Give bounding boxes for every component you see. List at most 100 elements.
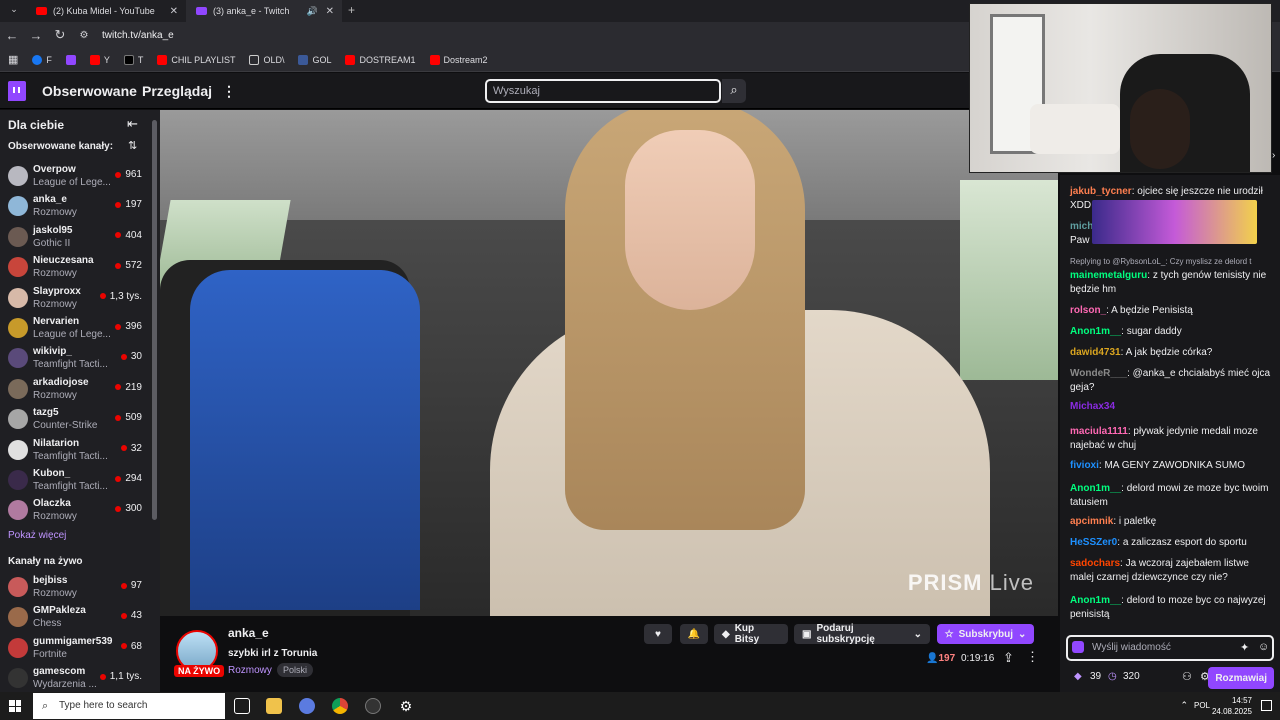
close-icon[interactable]: ✕ (326, 6, 334, 17)
more-menu-icon[interactable]: ⋮ (222, 83, 236, 100)
chat-username[interactable]: rolson_ (1070, 305, 1106, 316)
search-icon[interactable]: ⌕ (722, 79, 746, 103)
apps-icon[interactable]: ▦ (8, 53, 18, 66)
sidebar-channel-item[interactable]: arkadiojose Rozmowy 219 (0, 374, 150, 404)
bookmark-t[interactable]: T (123, 54, 143, 65)
tab-list-icon[interactable]: ⌄ (2, 4, 26, 15)
x-icon (123, 54, 134, 65)
sort-icon[interactable]: ⇅ (128, 139, 137, 152)
chrome-icon[interactable] (332, 698, 348, 714)
collapse-sidebar-icon[interactable]: ⇤ (127, 116, 138, 132)
chat-username[interactable]: apcimnik (1070, 516, 1113, 527)
sidebar-channel-item[interactable]: Nervarien League of Lege... 396 (0, 313, 150, 343)
ad-banner[interactable] (1092, 200, 1257, 244)
chat-username[interactable]: Anon1m__ (1070, 326, 1121, 337)
chat-username[interactable]: Anon1m__ (1070, 483, 1121, 494)
taskbar-search-input[interactable]: Type here to search (33, 693, 225, 719)
emote-icon[interactable]: ☺ (1258, 641, 1269, 653)
chat-username[interactable]: fivioxi (1070, 460, 1099, 471)
chat-username[interactable]: WondeR___ (1070, 368, 1127, 379)
windows-start-icon[interactable] (9, 700, 21, 712)
tab-twitch[interactable]: (3) anka_e - Twitch 🔊 ✕ (186, 0, 342, 22)
tray-chevron-icon[interactable]: ⌃ (1180, 700, 1188, 711)
show-more-link[interactable]: Pokaż więcej (8, 530, 66, 541)
file-explorer-icon[interactable] (266, 698, 282, 714)
send-chat-button[interactable]: Rozmawiaj (1208, 667, 1274, 689)
bookmark-y[interactable]: Y (89, 54, 110, 65)
channel-name[interactable]: anka_e (228, 626, 269, 640)
chat-username[interactable]: mich (1070, 221, 1093, 232)
chat-username[interactable]: sadochars (1070, 558, 1120, 569)
search-input[interactable]: Wyszukaj (485, 79, 721, 103)
sidebar-channel-item[interactable]: wikivip_ Teamfight Tacti... 30 (0, 343, 150, 373)
chat-message: dawid4731: A jak będzie córka? (1070, 347, 1213, 358)
nav-followed[interactable]: Obserwowane (42, 83, 137, 99)
avatar (8, 409, 28, 430)
viewer-count: 1,1 tys. (100, 671, 142, 682)
bookmark-dostream2[interactable]: Dostream2 (429, 54, 488, 65)
chat-username[interactable]: jakub_tycner (1070, 186, 1132, 197)
notifications-icon[interactable] (1261, 700, 1272, 711)
channel-game: Rozmowy (33, 207, 77, 219)
chat-username[interactable]: dawid4731 (1070, 347, 1121, 358)
reload-icon[interactable]: ↻ (48, 27, 72, 43)
system-clock[interactable]: 14:57 24.08.2025 (1212, 695, 1252, 717)
chat-username[interactable]: mainemetalguru (1070, 270, 1147, 281)
sidebar-channel-item[interactable]: GMPakleza Chess 43 (0, 602, 150, 632)
chat-username[interactable]: maciula1111 (1070, 426, 1128, 437)
channel-points-icon[interactable]: ◷ (1108, 671, 1117, 682)
sidebar-channel-item[interactable]: gummigamer539 Fortnite 68 (0, 633, 150, 663)
sidebar-channel-item[interactable]: anka_e Rozmowy 197 (0, 191, 150, 221)
bookmark-gol[interactable]: GOL (298, 54, 331, 65)
subscribe-button[interactable]: ☆ Subskrybuj ⌄ (937, 624, 1034, 644)
task-view-icon[interactable] (234, 698, 250, 714)
sidebar-channel-item[interactable]: Slayproxx Rozmowy 1,3 tys. (0, 283, 150, 313)
sidebar-channel-item[interactable]: gamescom Wydarzenia ... 1,1 tys. (0, 663, 150, 692)
back-icon[interactable]: ← (0, 28, 24, 43)
new-tab-button[interactable]: + (348, 3, 355, 17)
twitch-logo-icon[interactable] (8, 81, 26, 101)
chat-badge-icon[interactable] (1072, 641, 1084, 653)
sidebar-channel-item[interactable]: Olaczka Rozmowy 300 (0, 495, 150, 525)
nav-browse[interactable]: Przeglądaj (142, 83, 212, 99)
sidebar-channel-item[interactable]: jaskol95 Gothic II 404 (0, 222, 150, 252)
sidebar-channel-item[interactable]: Overpow League of Lege... 961 (0, 161, 150, 191)
users-icon[interactable]: ⚇ (1182, 670, 1192, 683)
chat-username[interactable]: Anon1m__ (1070, 595, 1121, 606)
share-icon[interactable]: ⇪ (1003, 650, 1014, 666)
sidebar-scrollbar[interactable] (152, 120, 157, 520)
chevron-right-icon[interactable]: › (1272, 150, 1275, 161)
sparkle-icon[interactable]: ✦ (1240, 641, 1249, 654)
channel-game: Rozmowy (33, 268, 77, 280)
stream-category-link[interactable]: Rozmowy (228, 665, 272, 676)
bookmark-chill-playlist[interactable]: CHIL PLAYLIST (157, 54, 235, 65)
sidebar-channel-item[interactable]: Nieuczesana Rozmowy 572 (0, 252, 150, 282)
settings-icon[interactable]: ⚙ (398, 698, 414, 714)
discord-icon[interactable] (299, 698, 315, 714)
follow-heart-button[interactable]: ♥ (644, 624, 672, 644)
sidebar-channel-item[interactable]: Nilatarion Teamfight Tacti... 32 (0, 435, 150, 465)
bookmark-f[interactable]: F (32, 54, 52, 65)
speaker-icon[interactable]: 🔊 (307, 6, 318, 17)
forward-icon[interactable]: → (24, 28, 48, 43)
sidebar-channel-item[interactable]: Kubon_ Teamfight Tacti... 294 (0, 465, 150, 495)
language-indicator[interactable]: POL (1194, 701, 1210, 710)
chat-username[interactable]: HeSSZer0 (1070, 537, 1117, 548)
video-player[interactable]: PRISM Live (160, 110, 1058, 616)
obs-icon[interactable] (365, 698, 381, 714)
bookmark-old[interactable]: OLD\ (249, 54, 284, 65)
url-field[interactable]: twitch.tv/anka_e (102, 30, 174, 41)
chat-username[interactable]: Michax34 (1070, 401, 1115, 412)
buy-bits-button[interactable]: ◆ Kup Bitsy (714, 623, 788, 645)
language-tag[interactable]: Polski (277, 663, 314, 677)
sidebar-channel-item[interactable]: bejbiss Rozmowy 97 (0, 572, 150, 602)
bookmark-dostream1[interactable]: DOSTREAM1 (345, 54, 416, 65)
close-icon[interactable]: ✕ (170, 6, 178, 17)
notifications-button[interactable]: 🔔 (680, 624, 708, 644)
bookmark-twitch[interactable] (65, 54, 76, 65)
sidebar-channel-item[interactable]: tazg5 Counter-Strike 509 (0, 404, 150, 434)
gift-sub-button[interactable]: ▣ Podaruj subskrypcję ⌄ (794, 623, 930, 645)
site-info-icon[interactable]: ⚙ (72, 30, 96, 41)
tab-youtube[interactable]: (2) Kuba Midel - YouTube ✕ (26, 0, 186, 22)
more-options-icon[interactable]: ⋮ (1026, 649, 1039, 665)
